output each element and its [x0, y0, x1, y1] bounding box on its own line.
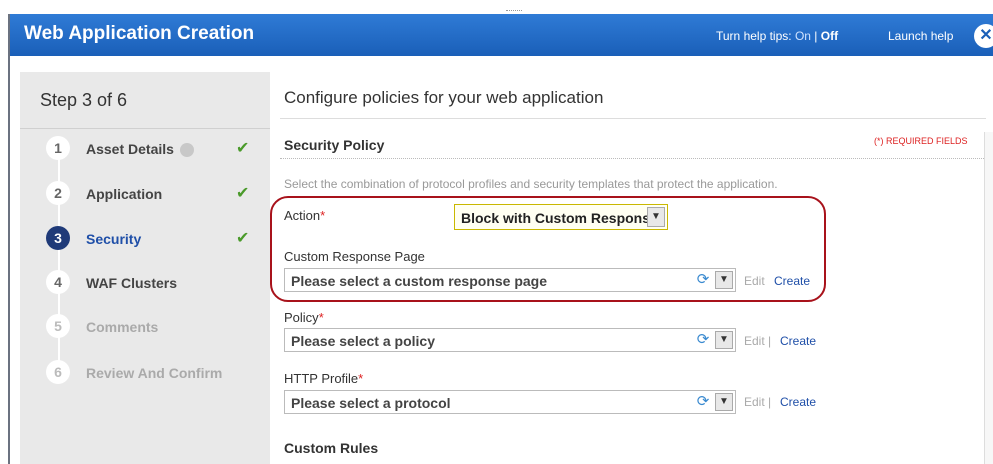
http-profile-create-link[interactable]: Create [780, 395, 816, 409]
dialog-title: Web Application Creation [24, 23, 255, 44]
wizard-content: Configure policies for your web applicat… [270, 72, 993, 464]
step-label: WAF Clusters [86, 275, 178, 291]
step-review-and-confirm: 6 Review And Confirm [46, 360, 266, 386]
step-application[interactable]: 2 Application ✔ [46, 181, 266, 207]
help-tips-off[interactable]: Off [821, 29, 838, 43]
custom-response-label: Custom Response Page [284, 249, 425, 264]
step-number: 3 [46, 226, 70, 250]
step-number: 1 [46, 136, 70, 160]
action-label-text: Action [284, 208, 321, 223]
step-label: Application [86, 186, 163, 202]
step-label: Security [86, 231, 142, 247]
policy-edit-text[interactable]: Edit [744, 334, 765, 348]
policy-create-link[interactable]: Create [780, 334, 816, 348]
required-marker: * [318, 310, 324, 325]
refresh-icon[interactable]: ⟳ [695, 394, 711, 410]
step-number: 4 [46, 270, 70, 294]
resize-grip[interactable] [506, 10, 522, 13]
section-description: Select the combination of protocol profi… [284, 177, 778, 191]
http-profile-placeholder: Please select a protocol [291, 395, 451, 411]
chevron-down-icon[interactable]: ▼ [715, 393, 733, 411]
refresh-icon[interactable]: ⟳ [695, 332, 711, 348]
link-separator: | [768, 334, 772, 348]
required-marker: * [358, 371, 364, 386]
section-title-security-policy: Security Policy [284, 137, 385, 153]
step-label-text: Asset Details [86, 141, 174, 157]
window-top-edge [8, 0, 993, 14]
chevron-down-icon[interactable]: ▼ [647, 207, 665, 227]
step-number: 2 [46, 181, 70, 205]
chevron-down-icon[interactable]: ▼ [715, 331, 733, 349]
chevron-down-icon[interactable]: ▼ [715, 271, 733, 289]
policy-edit-link[interactable]: Edit | [744, 334, 771, 348]
step-label: Review And Confirm [86, 365, 223, 381]
policy-placeholder: Please select a policy [291, 333, 435, 349]
http-profile-label-text: HTTP Profile [284, 371, 359, 386]
policy-label-text: Policy [284, 310, 319, 325]
help-tips-toggle: Turn help tips: On | Off [716, 29, 838, 43]
custom-response-select[interactable]: Please select a custom response page ⟳ ▼ [284, 268, 736, 292]
check-icon: ✔ [236, 185, 250, 202]
help-tips-label: Turn help tips: [716, 29, 792, 43]
http-profile-label: HTTP Profile* [284, 371, 363, 386]
custom-response-create-link[interactable]: Create [774, 274, 810, 288]
http-profile-select[interactable]: Please select a protocol ⟳ ▼ [284, 390, 736, 414]
launch-help-link[interactable]: Launch help [888, 29, 953, 43]
policy-label: Policy* [284, 310, 324, 325]
step-label: Comments [86, 319, 159, 335]
step-label: Asset Details [86, 141, 194, 158]
close-icon[interactable]: ✕ [974, 24, 993, 48]
help-tips-on[interactable]: On [795, 29, 811, 43]
help-tips-separator: | [814, 29, 818, 43]
action-select[interactable]: Block with Custom Response ▼ [454, 204, 668, 230]
step-number: 6 [46, 360, 70, 384]
title-divider [280, 118, 986, 119]
action-label: Action* [284, 208, 325, 223]
wizard-sidebar: Step 3 of 6 1 Asset Details ✔ 2 Applicat… [20, 72, 270, 464]
page-title: Configure policies for your web applicat… [284, 88, 604, 107]
sidebar-divider [20, 128, 270, 129]
check-icon: ✔ [236, 230, 250, 247]
step-waf-clusters[interactable]: 4 WAF Clusters [46, 270, 266, 296]
check-icon: ✔ [236, 140, 250, 157]
http-profile-edit-text[interactable]: Edit [744, 395, 765, 409]
dialog-titlebar: Web Application Creation Turn help tips:… [10, 14, 993, 56]
refresh-icon[interactable]: ⟳ [695, 272, 711, 288]
section-divider [280, 158, 986, 159]
action-select-value: Block with Custom Response [461, 210, 658, 226]
step-number: 5 [46, 314, 70, 338]
section-title-custom-rules: Custom Rules [284, 440, 379, 456]
custom-response-placeholder: Please select a custom response page [291, 273, 548, 289]
custom-response-edit-link[interactable]: Edit [744, 274, 765, 288]
policy-select[interactable]: Please select a policy ⟳ ▼ [284, 328, 736, 352]
content-scrollbar[interactable] [984, 132, 993, 464]
info-icon[interactable] [179, 143, 194, 158]
step-heading: Step 3 of 6 [40, 90, 128, 110]
http-profile-edit-link[interactable]: Edit | [744, 395, 771, 409]
required-marker: * [320, 208, 326, 223]
required-fields-note: (*) REQUIRED FIELDS [874, 136, 968, 146]
step-security[interactable]: 3 Security ✔ [46, 226, 266, 252]
link-separator: | [768, 395, 772, 409]
step-asset-details[interactable]: 1 Asset Details ✔ [46, 136, 266, 162]
step-comments: 5 Comments [46, 314, 266, 340]
